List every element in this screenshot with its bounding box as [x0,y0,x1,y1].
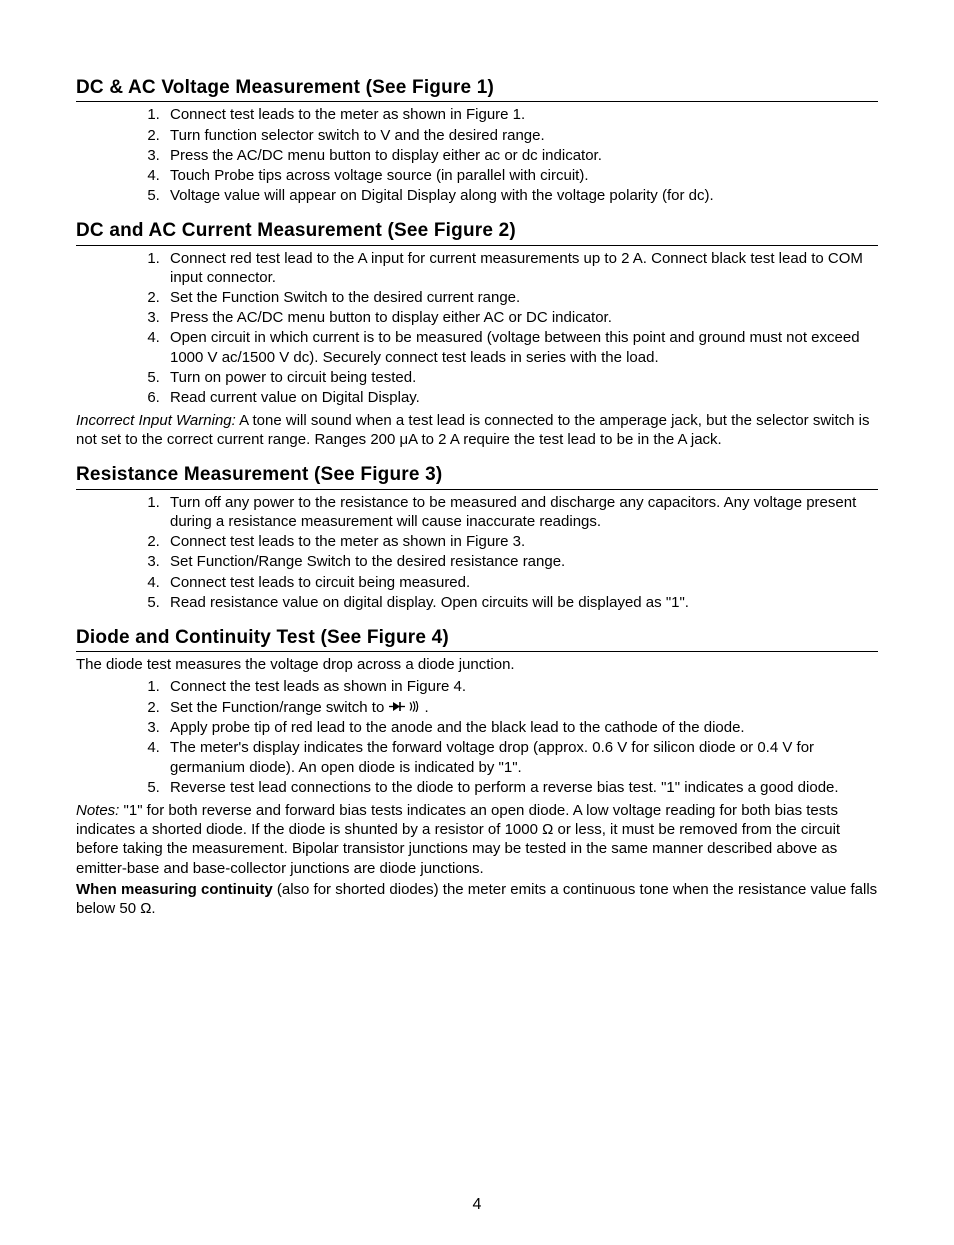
list-item: Voltage value will appear on Digital Dis… [164,186,878,205]
list-item: Connect the test leads as shown in Figur… [164,677,878,696]
list-item: Set the Function/range switch to . [164,698,878,718]
continuity-paragraph: When measuring continuity (also for shor… [76,880,878,918]
list-item-text: Set the Function/range switch to [170,699,388,716]
heading-current: DC and AC Current Measurement (See Figur… [76,219,878,245]
list-item: Connect test leads to the meter as shown… [164,532,878,551]
warning-label: Incorrect Input Warning: [76,412,236,429]
section-dc-ac-current: DC and AC Current Measurement (See Figur… [76,219,878,449]
list-resistance: Turn off any power to the resistance to … [116,493,878,612]
diode-icon [389,698,405,717]
list-item: Connect test leads to circuit being meas… [164,573,878,592]
heading-resistance: Resistance Measurement (See Figure 3) [76,463,878,489]
list-current: Connect red test lead to the A input for… [116,249,878,408]
section-dc-ac-voltage: DC & AC Voltage Measurement (See Figure … [76,76,878,205]
section-diode-continuity: Diode and Continuity Test (See Figure 4)… [76,626,878,918]
list-item: Read current value on Digital Display. [164,388,878,407]
diode-intro: The diode test measures the voltage drop… [76,655,878,674]
sound-icon [409,698,423,717]
continuity-label: When measuring continuity [76,881,273,898]
list-item: Apply probe tip of red lead to the anode… [164,718,878,737]
warning-paragraph: Incorrect Input Warning: A tone will sou… [76,411,878,449]
list-item: The meter's display indicates the forwar… [164,738,878,776]
section-resistance: Resistance Measurement (See Figure 3) Tu… [76,463,878,611]
list-item: Connect test leads to the meter as shown… [164,105,878,124]
list-item: Turn on power to circuit being tested. [164,368,878,387]
notes-text: "1" for both reverse and forward bias te… [76,802,840,877]
list-item: Touch Probe tips across voltage source (… [164,166,878,185]
heading-voltage: DC & AC Voltage Measurement (See Figure … [76,76,878,102]
list-item: Press the AC/DC menu button to display e… [164,146,878,165]
list-item: Read resistance value on digital display… [164,593,878,612]
list-diode: Connect the test leads as shown in Figur… [116,677,878,797]
list-item: Connect red test lead to the A input for… [164,249,878,287]
list-item: Press the AC/DC menu button to display e… [164,308,878,327]
notes-label: Notes: [76,802,119,819]
list-item: Turn function selector switch to V and t… [164,126,878,145]
list-item: Reverse test lead connections to the dio… [164,778,878,797]
list-item: Open circuit in which current is to be m… [164,328,878,366]
page-number: 4 [0,1195,954,1215]
list-item: Set the Function Switch to the desired c… [164,288,878,307]
notes-paragraph: Notes: "1" for both reverse and forward … [76,801,878,878]
list-item: Set Function/Range Switch to the desired… [164,552,878,571]
list-voltage: Connect test leads to the meter as shown… [116,105,878,205]
heading-diode: Diode and Continuity Test (See Figure 4) [76,626,878,652]
list-item: Turn off any power to the resistance to … [164,493,878,531]
